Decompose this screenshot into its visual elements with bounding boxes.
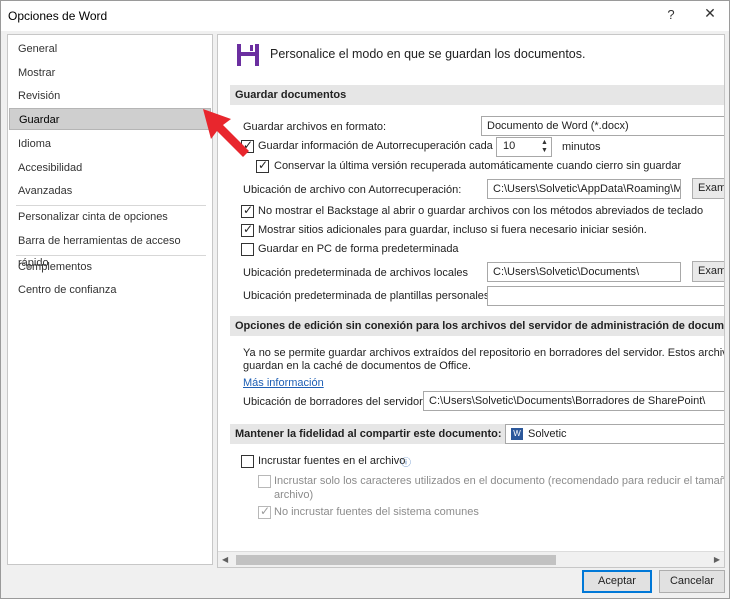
section-edicion-sin-conexion: Opciones de edición sin conexión para lo… [230, 316, 724, 336]
embed-fonts-checkbox[interactable] [241, 455, 254, 468]
help-button[interactable]: ? [661, 7, 681, 25]
templates-location-label: Ubicación predeterminada de plantillas p… [243, 290, 493, 302]
sidebar-nav: General Mostrar Revisión Guardar Idioma … [7, 34, 213, 565]
spin-down-icon[interactable]: ▼ [540, 147, 549, 155]
autorecover-location-value: C:\Users\Solvetic\AppData\Roaming\Mic [493, 183, 681, 195]
sidebar-item-general[interactable]: General [9, 38, 211, 60]
keep-last-label: Conservar la última versión recuperada a… [274, 160, 682, 172]
sidebar-item-mostrar[interactable]: Mostrar [9, 62, 211, 84]
page-header: Personalice el modo en que se guardan lo… [270, 47, 586, 61]
no-system-fonts-label: No incrustar fuentes del sistema comunes [274, 506, 479, 518]
more-places-checkbox[interactable] [241, 222, 254, 237]
drafts-location-value: C:\Users\Solvetic\Documents\Borradores d… [429, 395, 706, 407]
drafts-location-label: Ubicación de borradores del servidor: [243, 396, 426, 408]
window-title: Opciones de Word [8, 9, 108, 23]
no-system-fonts-checkbox[interactable] [258, 504, 271, 519]
sidebar-item-personalizar-cinta[interactable]: Personalizar cinta de opciones [9, 206, 211, 228]
scrollbar-thumb[interactable] [236, 555, 556, 565]
sidebar-item-accesibilidad[interactable]: Accesibilidad [9, 157, 211, 179]
templates-location-field[interactable] [487, 286, 724, 306]
annotation-arrow-icon [203, 109, 249, 157]
keep-last-checkbox[interactable] [256, 158, 269, 173]
autorecover-location-label: Ubicación de archivo con Autorrecuperaci… [243, 184, 462, 196]
embed-chars-label-line2: archivo) [274, 489, 314, 501]
more-info-link[interactable]: Más información [243, 377, 324, 389]
no-backstage-label: No mostrar el Backstage al abrir o guard… [258, 205, 704, 217]
scroll-right-icon[interactable]: ▶ [714, 555, 720, 564]
local-location-field[interactable]: C:\Users\Solvetic\Documents\ [487, 262, 681, 282]
browse-local-button[interactable]: Exam [692, 261, 724, 282]
drafts-location-field[interactable]: C:\Users\Solvetic\Documents\Borradores d… [423, 391, 724, 411]
scroll-left-icon[interactable]: ◀ [222, 555, 228, 564]
embed-chars-label-line1: Incrustar solo los caracteres utilizados… [274, 475, 725, 487]
browse-autorecover-button[interactable]: Exam [692, 178, 724, 199]
save-pc-label: Guardar en PC de forma predeterminada [258, 243, 459, 255]
autorecover-location-field[interactable]: C:\Users\Solvetic\AppData\Roaming\Mic [487, 179, 681, 199]
sidebar-item-revision[interactable]: Revisión [9, 85, 211, 107]
sidebar-item-barra-acceso-rapido[interactable]: Barra de herramientas de acceso rápido [9, 230, 211, 269]
more-places-label: Mostrar sitios adicionales para guardar,… [258, 224, 647, 236]
sidebar-item-centro-confianza[interactable]: Centro de confianza [9, 279, 211, 301]
no-backstage-checkbox[interactable] [241, 203, 254, 218]
horizontal-scrollbar[interactable]: ◀ ▶ [218, 551, 724, 567]
save-pc-checkbox[interactable] [241, 243, 254, 256]
save-icon [237, 44, 259, 66]
sidebar-item-idioma[interactable]: Idioma [9, 133, 211, 155]
format-label: Guardar archivos en formato: [243, 121, 387, 133]
close-button[interactable]: ✕ [697, 5, 723, 27]
cancel-button[interactable]: Cancelar [659, 570, 725, 593]
format-select-value: Documento de Word (*.docx) [487, 120, 629, 132]
embed-chars-checkbox[interactable] [258, 475, 271, 488]
minutes-label: minutos [562, 141, 601, 153]
local-location-label: Ubicación predeterminada de archivos loc… [243, 267, 469, 279]
content-panel: Personalice el modo en que se guardan lo… [217, 34, 725, 568]
spin-up-icon[interactable]: ▲ [540, 139, 549, 147]
embed-fonts-label: Incrustar fuentes en el archivo [258, 455, 406, 467]
sidebar-item-guardar[interactable]: Guardar [9, 108, 211, 130]
format-select[interactable]: Documento de Word (*.docx) [481, 116, 724, 136]
fidelity-document-select[interactable]: W Solvetic [505, 424, 724, 444]
section-guardar-documentos: Guardar documentos [230, 85, 724, 105]
sidebar-item-avanzadas[interactable]: Avanzadas [9, 180, 211, 202]
title-bar: Opciones de Word ? ✕ [1, 1, 729, 31]
info-icon[interactable]: ⓘ [401, 454, 411, 469]
autorecover-minutes-value: 10 [503, 140, 516, 152]
sidebar-item-complementos[interactable]: Complementos [9, 256, 211, 278]
fidelity-document-value: Solvetic [528, 428, 567, 440]
autorecover-minutes-spinner[interactable]: 10 ▲ ▼ [496, 137, 552, 157]
word-doc-icon: W [511, 428, 523, 441]
offline-description-line2: guardan en la caché de documentos de Off… [243, 360, 471, 372]
ok-button[interactable]: Aceptar [582, 570, 652, 593]
autorecover-label: Guardar información de Autorrecuperación… [258, 140, 493, 152]
word-options-dialog: Opciones de Word ? ✕ General Mostrar Rev… [0, 0, 730, 599]
local-location-value: C:\Users\Solvetic\Documents\ [493, 266, 640, 278]
offline-description-line1: Ya no se permite guardar archivos extraí… [243, 347, 725, 359]
